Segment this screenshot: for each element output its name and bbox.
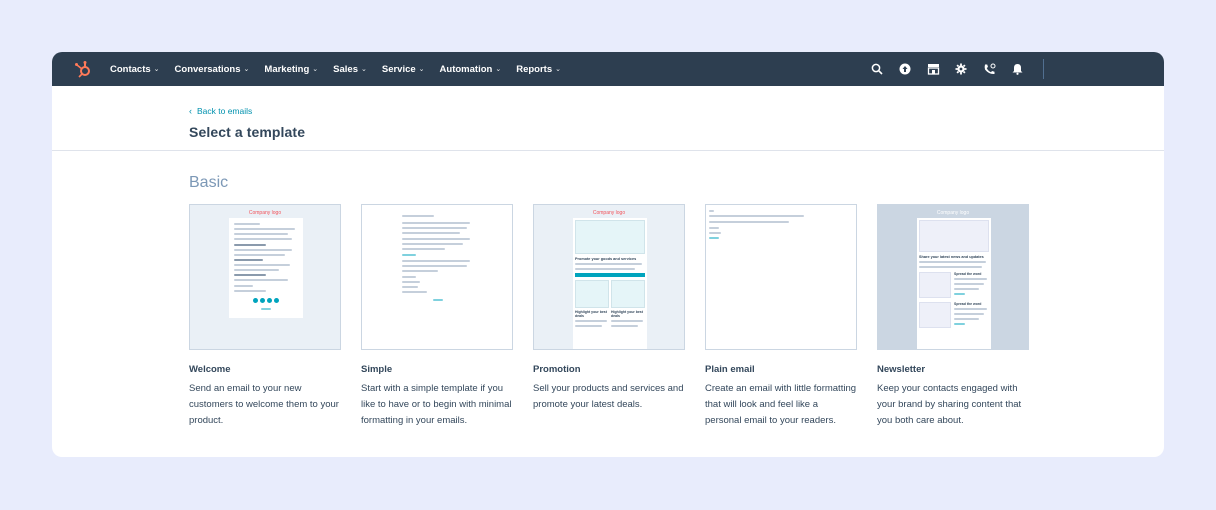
template-thumbnail[interactable]: Company logo Promote your goods and serv… [533,204,685,350]
chevron-down-icon: ⌄ [418,66,425,73]
chevron-down-icon: ⌄ [360,66,367,73]
template-card-plain-email[interactable]: Plain email Create an email with little … [705,204,857,429]
template-list: Company logo Welcome Send an email to yo… [189,204,1049,429]
thumb-subheading: Highlight your best deals [575,310,607,318]
template-name: Plain email [705,364,755,375]
thumb-brand-text: Company logo [936,210,970,216]
page-title: Select a template [189,124,306,140]
thumb-email-body [229,218,303,318]
template-description: Sell your products and services and prom… [533,383,684,410]
thumb-email-body [402,215,474,301]
thumb-image-placeholder [919,302,951,328]
template-name: Simple [361,364,393,375]
page-header: ‹ Back to emails Select a template [52,86,1164,151]
template-name: Promotion [533,364,581,375]
thumb-heading: Share your latest news and updates [919,255,984,259]
template-description: Start with a simple template if you like… [361,383,512,426]
nav-reports[interactable]: Reports ⌄ [516,64,561,75]
thumb-image-placeholder [919,220,989,252]
nav-service[interactable]: Service ⌄ [382,64,425,75]
thumb-image-placeholder [919,272,951,298]
thumb-email-body [709,210,809,242]
thumb-brand-text: Company logo [592,210,626,216]
template-name: Welcome [189,364,231,375]
section-title: Basic [189,174,229,191]
nav-label: Reports [516,63,553,75]
nav-label: Conversations [174,63,241,75]
thumb-cta-bar [575,273,645,277]
chevron-left-icon: ‹ [189,106,192,116]
nav-conversations[interactable]: Conversations ⌄ [175,64,250,75]
thumb-brand-text: Company logo [248,210,282,216]
template-description: Keep your contacts engaged with your bra… [877,383,1022,426]
template-card-newsletter[interactable]: Company logo Share your latest news and … [877,204,1029,429]
chevron-down-icon: ⌄ [243,66,250,73]
back-link-label: Back to emails [197,106,253,116]
template-card-simple[interactable]: Simple Start with a simple template if y… [361,204,513,429]
template-description: Send an email to your new customers to w… [189,383,339,426]
app-window: Contacts ⌄ Conversations ⌄ Marketing ⌄ Sale… [52,52,1164,457]
template-thumbnail[interactable] [705,204,857,350]
thumb-subheading: Highlight your best deals [611,310,643,318]
nav-automation[interactable]: Automation ⌄ [440,64,502,75]
thumb-subheading: Spread the word [954,272,982,276]
settings-icon[interactable] [947,52,975,86]
marketplace-icon[interactable] [919,52,947,86]
hubspot-logo-icon[interactable] [72,58,94,80]
nav-label: Marketing [264,63,310,75]
thumb-image-placeholder [575,220,645,254]
thumb-heading: Promote your goods and services [575,257,637,261]
template-card-welcome[interactable]: Company logo Welcome Send an email to yo… [189,204,341,429]
chevron-down-icon: ⌄ [555,66,561,73]
chevron-down-icon: ⌄ [312,66,319,73]
upgrade-icon[interactable] [891,52,919,86]
chevron-down-icon: ⌄ [495,66,502,73]
notifications-icon[interactable] [1003,52,1031,86]
back-to-emails-link[interactable]: ‹ Back to emails [189,106,252,116]
nav-label: Contacts [110,63,151,75]
nav-utility-icons [863,52,1164,86]
thumb-image-placeholder [575,280,609,308]
nav-marketing[interactable]: Marketing ⌄ [264,64,318,75]
template-thumbnail[interactable] [361,204,513,350]
search-icon[interactable] [863,52,891,86]
chevron-down-icon: ⌄ [153,66,160,73]
template-name: Newsletter [877,364,926,375]
thumb-email-body: Promote your goods and services Highligh… [573,218,647,349]
nav-label: Sales [333,63,358,75]
template-thumbnail[interactable]: Company logo [189,204,341,350]
thumb-subheading: Spread the word [954,302,982,306]
template-card-promotion[interactable]: Company logo Promote your goods and serv… [533,204,685,429]
nav-sales[interactable]: Sales ⌄ [333,64,367,75]
template-description: Create an email with little formatting t… [705,383,857,426]
nav-contacts[interactable]: Contacts ⌄ [110,64,160,75]
template-thumbnail[interactable]: Company logo Share your latest news and … [877,204,1029,350]
thumb-email-body: Share your latest news and updates Sprea… [917,218,991,349]
nav-label: Automation [439,63,493,75]
nav-label: Service [381,63,416,75]
nav-divider [1043,59,1044,79]
calling-icon[interactable] [975,52,1003,86]
thumb-image-placeholder [611,280,645,308]
top-navigation: Contacts ⌄ Conversations ⌄ Marketing ⌄ Sale… [52,52,1164,86]
